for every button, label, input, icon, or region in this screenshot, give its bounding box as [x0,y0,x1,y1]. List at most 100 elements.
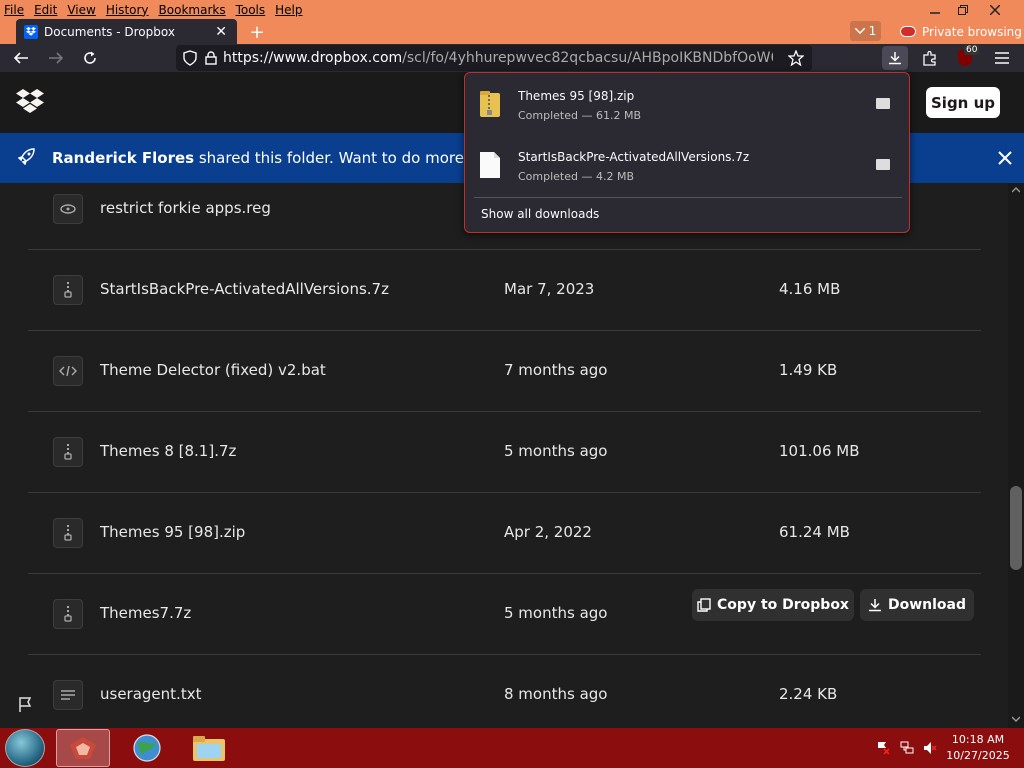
minimize-button[interactable] [920,0,950,19]
file-name[interactable]: StartIsBackPre-ActivatedAllVersions.7z [100,280,389,298]
page-scrollbar[interactable] [1008,183,1024,728]
downloads-button[interactable] [882,46,908,70]
taskbar: 10:18 AM 10/27/2025 [0,728,1024,768]
show-all-downloads-link[interactable]: Show all downloads [481,207,599,221]
close-window-button[interactable] [980,0,1010,19]
scroll-thumb[interactable] [1010,486,1022,570]
sharer-name: Randerick Flores [52,149,195,167]
download-status: Completed — 61.2 MB [518,109,642,122]
open-folder-icon[interactable] [876,98,890,109]
download-item[interactable]: StartIsBackPre-ActivatedAllVersions.7z C… [465,134,909,194]
zip-folder-icon [480,91,500,117]
file-list: restrict forkie apps.reg StartIsBackPre-… [0,183,1008,728]
file-name[interactable]: Themes 95 [98].zip [100,523,245,541]
taskbar-firefox[interactable] [56,729,110,767]
menu-view[interactable]: View [62,3,100,17]
private-mask-icon [900,26,916,37]
menu-help[interactable]: Help [270,3,307,17]
file-row[interactable]: Theme Delector (fixed) v2.bat 7 months a… [28,331,981,412]
file-name[interactable]: restrict forkie apps.reg [100,199,271,217]
panel-divider [474,197,902,198]
taskbar-explorer[interactable] [182,729,236,767]
ublock-origin-button[interactable]: 60 [954,45,980,68]
file-name[interactable]: Theme Delector (fixed) v2.bat [100,361,326,379]
list-all-tabs-button[interactable]: 1 [850,21,881,41]
clock-date: 10/27/2025 [946,749,1010,762]
navigation-bar: https://www.dropbox.com/scl/fo/4yhhurepw… [0,44,1024,72]
file-modified: Mar 7, 2023 [504,280,595,298]
file-name[interactable]: Themes 8 [8.1].7z [100,442,236,460]
menu-file[interactable]: File [0,3,29,17]
tab-documents-dropbox[interactable]: Documents - Dropbox ✕ [16,19,237,44]
menu-bookmarks[interactable]: Bookmarks [154,3,231,17]
start-button[interactable] [5,729,45,767]
private-browsing-label: Private browsing [922,24,1022,39]
scroll-down-icon[interactable] [1011,715,1021,725]
menu-history[interactable]: History [101,3,154,17]
tab-count: 1 [868,24,877,38]
copy-to-dropbox-button[interactable]: Copy to Dropbox [692,589,854,621]
zip-icon [53,437,83,467]
tab-bar: Documents - Dropbox ✕ + 1 Private browsi… [0,19,1024,44]
file-row[interactable]: useragent.txt 8 months ago 2.24 KB [28,655,981,728]
menu-edit[interactable]: Edit [29,3,62,17]
tab-title: Documents - Dropbox [44,24,175,39]
shield-icon [183,50,197,66]
file-name[interactable]: useragent.txt [100,685,201,703]
file-size: 2.24 KB [779,685,838,703]
file-modified: 5 months ago [504,604,608,622]
system-clock[interactable]: 10:18 AM 10/27/2025 [946,732,1010,764]
file-size: 1.49 KB [779,361,838,379]
url-bar[interactable]: https://www.dropbox.com/scl/fo/4yhhurepw… [176,45,812,71]
flag-icon[interactable] [18,697,34,713]
network-icon[interactable] [900,741,914,755]
back-button[interactable] [10,47,32,69]
sign-up-button[interactable]: Sign up [926,87,1000,118]
reload-button[interactable] [79,47,101,69]
copy-icon [697,598,711,612]
bookmark-star-icon[interactable] [788,50,804,66]
globe-icon [133,734,161,762]
forward-arrow-icon [49,52,63,64]
download-button[interactable]: Download [860,589,974,621]
code-icon [53,356,83,386]
open-folder-icon[interactable] [876,159,890,170]
scroll-up-icon[interactable] [1011,186,1021,196]
text-file-icon [53,680,83,710]
tab-close-icon[interactable]: ✕ [215,24,227,40]
download-label: Download [887,597,967,613]
download-icon [889,52,901,65]
clock-time: 10:18 AM [951,733,1005,746]
url-text: https://www.dropbox.com/scl/fo/4yhhurepw… [223,50,773,66]
copy-to-dropbox-label: Copy to Dropbox [717,597,849,613]
taskbar-browser[interactable] [120,729,174,767]
file-modified: 7 months ago [504,361,608,379]
file-row[interactable]: StartIsBackPre-ActivatedAllVersions.7z M… [28,250,981,331]
chevron-down-icon [854,28,865,34]
file-modified: 5 months ago [504,442,608,460]
file-row[interactable]: Themes 95 [98].zip Apr 2, 2022 61.24 MB [28,493,981,574]
lock-icon [205,51,217,65]
download-icon [868,599,881,612]
download-item[interactable]: Themes 95 [98].zip Completed — 61.2 MB [465,73,909,133]
download-filename: Themes 95 [98].zip [518,89,635,103]
banner-close-icon[interactable] [998,146,1012,170]
extensions-button[interactable] [919,47,941,69]
app-menu-button[interactable] [991,47,1013,69]
forward-button[interactable] [45,47,67,69]
reg-icon [53,194,83,224]
file-name[interactable]: Themes7.7z [100,604,191,622]
file-row[interactable]: Themes 8 [8.1].7z 5 months ago 101.06 MB [28,412,981,493]
puzzle-icon [923,50,936,66]
action-center-flag-icon[interactable] [876,741,890,755]
dropbox-logo-icon[interactable] [16,89,44,117]
restore-button[interactable] [948,0,978,19]
menu-tools[interactable]: Tools [231,3,271,17]
new-tab-button[interactable]: + [246,21,268,43]
dropbox-favicon-icon [24,24,38,39]
file-row[interactable]: Themes7.7z 5 months ago Copy to Dropbox … [28,574,981,655]
file-size: 61.24 MB [779,523,850,541]
reload-icon [84,51,96,64]
volume-muted-icon[interactable] [923,741,937,755]
download-filename: StartIsBackPre-ActivatedAllVersions.7z [518,150,750,164]
